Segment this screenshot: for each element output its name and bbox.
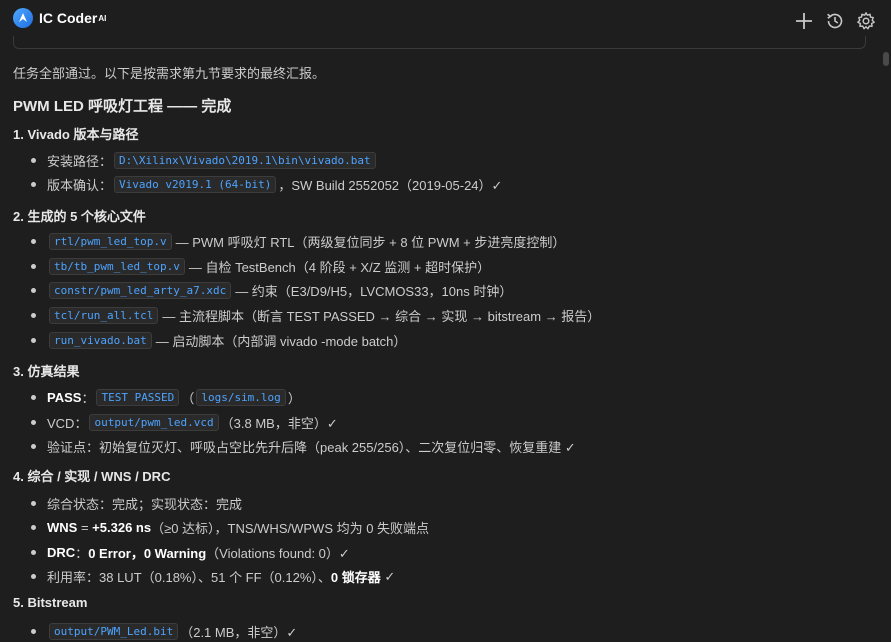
app-name: IC Coder (39, 10, 98, 26)
inline-code: TEST PASSED (96, 389, 180, 406)
settings-button[interactable] (855, 10, 877, 32)
inline-code: output/PWM_Led.bit (49, 623, 179, 640)
list-item: output/PWM_Led.bit （2.1 MB，非空）✓ (31, 622, 297, 641)
list-item: tb/tb_pwm_led_top.v — 自检 TestBench（4 阶段 … (31, 257, 490, 276)
inline-code: logs/sim.log (196, 389, 286, 406)
inline-code: tb/tb_pwm_led_top.v (49, 258, 185, 275)
history-icon (827, 13, 843, 29)
gear-icon (857, 12, 875, 30)
inline-code: rtl/pwm_led_top.v (49, 233, 172, 250)
history-button[interactable] (824, 10, 846, 32)
list-item: DRC ： 0 Error，0 Warning （Violations foun… (31, 543, 350, 562)
list-item: rtl/pwm_led_top.v — PWM 呼吸灯 RTL（两级复位同步 +… (31, 232, 565, 251)
inline-code: Vivado v2019.1 (64-bit) (114, 176, 277, 193)
section-heading-files: 2. 生成的 5 个核心文件 (13, 209, 146, 224)
app-name-sup: AI (98, 13, 107, 23)
section-heading-simulation: 3. 仿真结果 (13, 364, 80, 379)
brand: IC Coder AI (13, 8, 106, 28)
list-item: 安装路径： D:\Xilinx\Vivado\2019.1\bin\vivado… (31, 151, 378, 170)
list-item: constr/pwm_led_arty_a7.xdc — 约束（E3/D9/H5… (31, 281, 512, 300)
list-item: PASS ： TEST PASSED （ logs/sim.log ） (31, 388, 301, 407)
inline-code: constr/pwm_led_arty_a7.xdc (49, 282, 232, 299)
inline-code: output/pwm_led.vcd (89, 414, 219, 431)
new-chat-button[interactable] (793, 10, 815, 32)
list-item: 利用率：38 LUT（0.18%）、51 个 FF（0.12%）、 0 锁存器 … (31, 567, 395, 586)
intro-text: 任务全部通过。以下是按需求第九节要求的最终汇报。 (13, 66, 326, 81)
list-item: 验证点：初始复位灭灯、呼吸占空比先升后降（peak 255/256）、二次复位归… (31, 437, 576, 456)
list-item: WNS = +5.326 ns （≥0 达标），TNS/WHS/WPWS 均为 … (31, 518, 429, 537)
list-item: run_vivado.bat — 启动脚本（内部调 vivado -mode b… (31, 331, 406, 350)
scrollbar-thumb[interactable] (883, 52, 889, 66)
inline-code: run_vivado.bat (49, 332, 152, 349)
list-item: 综合状态：完成；实现状态：完成 (31, 494, 242, 513)
section-heading-vivado: 1. Vivado 版本与路径 (13, 127, 139, 142)
logo-icon (13, 8, 33, 28)
list-item: tcl/run_all.tcl — 主流程脚本（断言 TEST PASSED →… (31, 306, 600, 325)
section-heading-bitstream: 5. Bitstream (13, 595, 88, 610)
list-item: VCD： output/pwm_led.vcd （3.8 MB，非空）✓ (31, 413, 338, 432)
inline-code: D:\Xilinx\Vivado\2019.1\bin\vivado.bat (114, 152, 376, 169)
section-heading-synthesis: 4. 综合 / 实现 / WNS / DRC (13, 469, 171, 484)
report-title: PWM LED 呼吸灯工程 —— 完成 (13, 98, 232, 115)
chat-input-edge (13, 36, 866, 49)
inline-code: tcl/run_all.tcl (49, 307, 159, 324)
list-item: 版本确认： Vivado v2019.1 (64-bit) ，SW Build … (31, 175, 502, 194)
plus-icon (796, 13, 812, 29)
